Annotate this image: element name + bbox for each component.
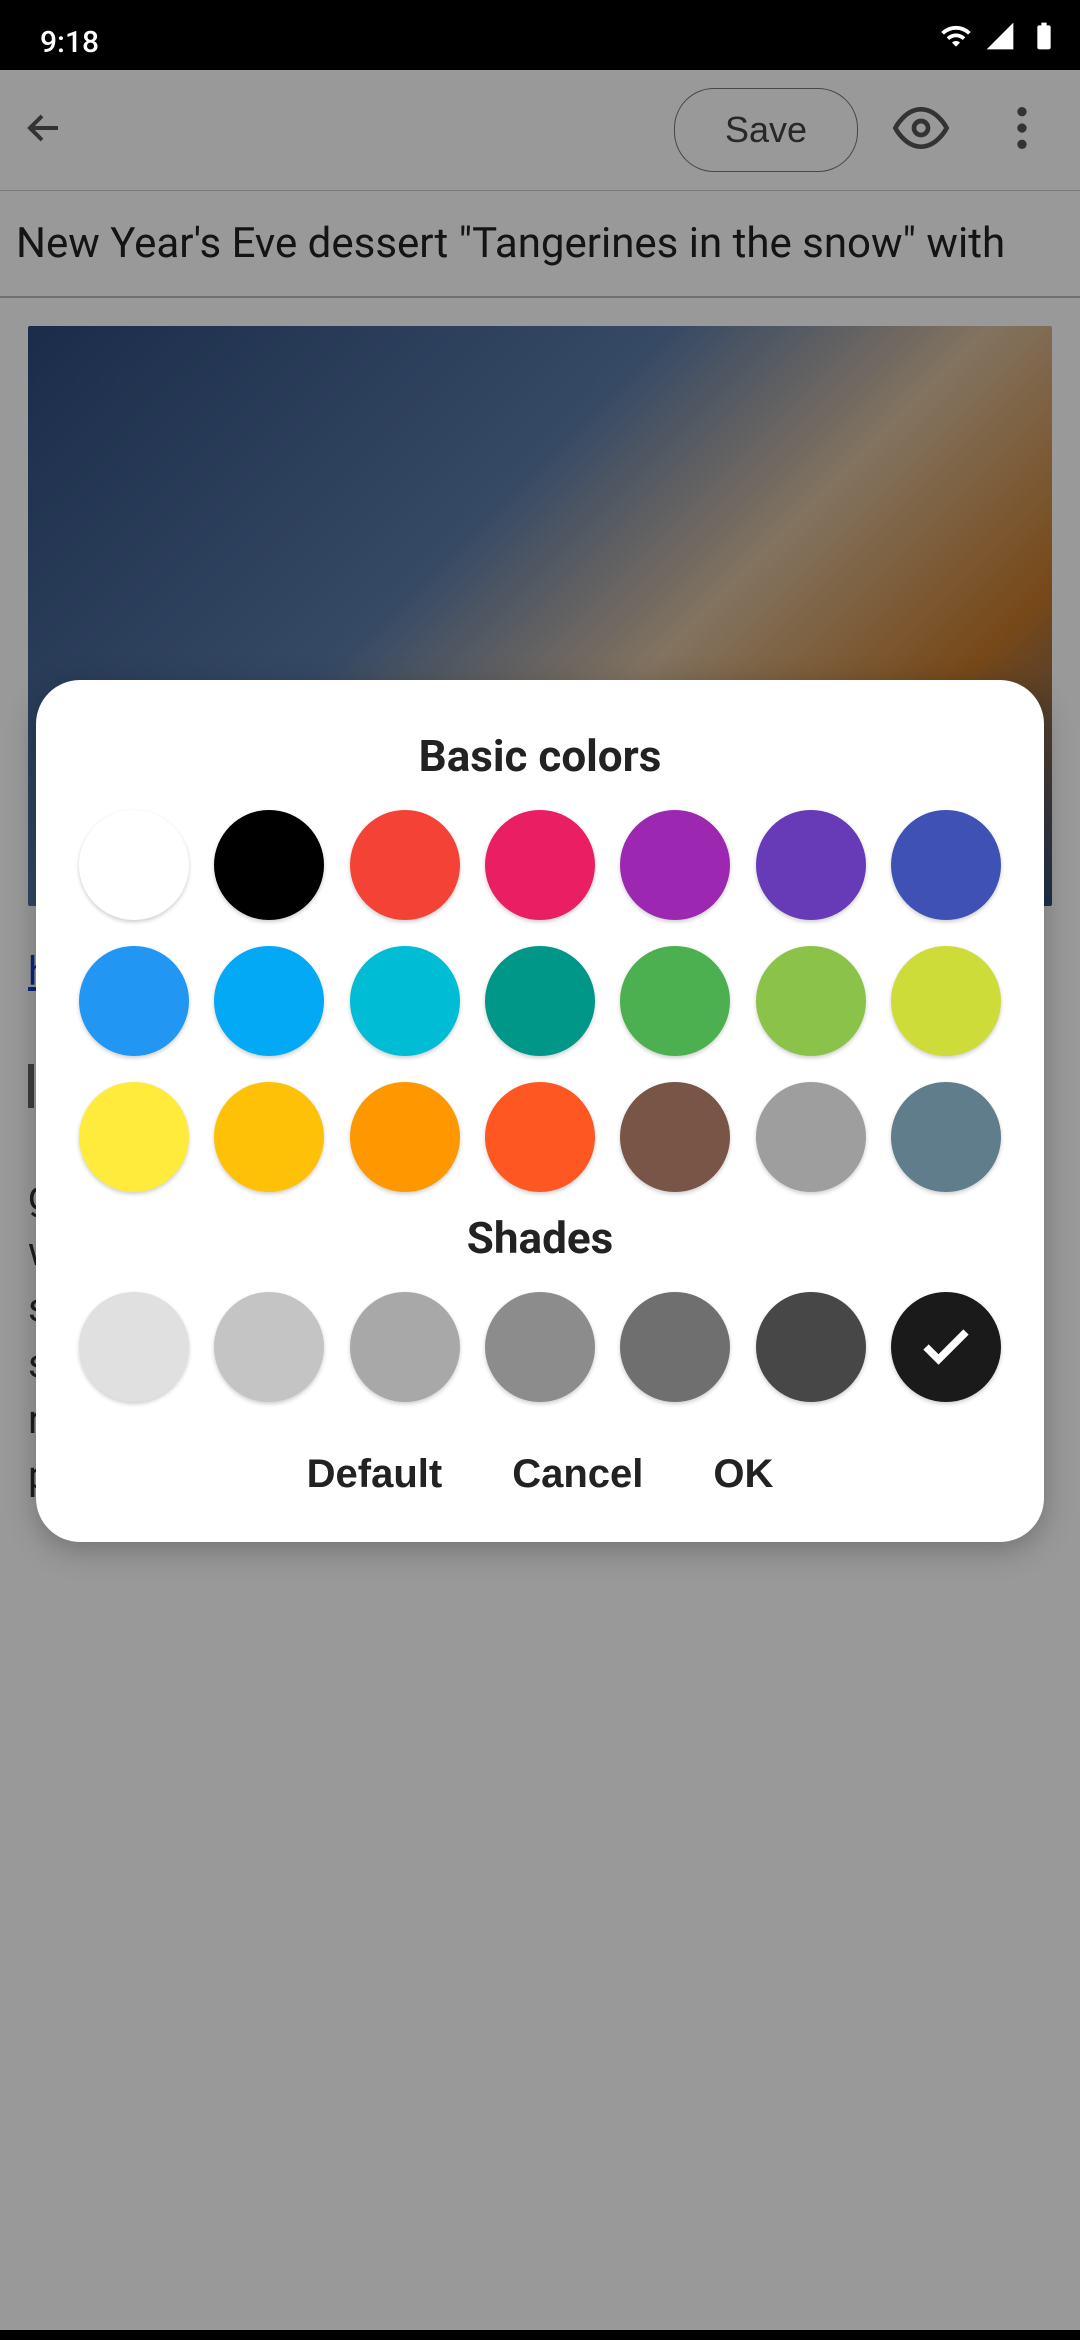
- dialog-buttons: Default Cancel OK: [66, 1452, 1014, 1497]
- default-button[interactable]: Default: [307, 1452, 443, 1497]
- status-bar: 9:18: [0, 0, 1080, 70]
- basic-colors-title: Basic colors: [66, 730, 1014, 782]
- shade-swatch-shade-4[interactable]: [485, 1292, 595, 1402]
- shade-swatch-shade-1[interactable]: [79, 1292, 189, 1402]
- color-swatch-teal[interactable]: [485, 946, 595, 1056]
- color-swatch-deep-purple[interactable]: [756, 810, 866, 920]
- color-picker-dialog: Basic colors Shades Default Cancel OK: [36, 680, 1044, 1542]
- color-swatch-cyan[interactable]: [350, 946, 460, 1056]
- shade-swatch-shade-7[interactable]: [891, 1292, 1001, 1402]
- shade-swatch-shade-5[interactable]: [620, 1292, 730, 1402]
- shade-swatch-shade-2[interactable]: [214, 1292, 324, 1402]
- shades-grid: [66, 1292, 1014, 1402]
- color-swatch-red[interactable]: [350, 810, 460, 920]
- color-swatch-pink[interactable]: [485, 810, 595, 920]
- color-swatch-deep-orange[interactable]: [485, 1082, 595, 1192]
- color-swatch-gray[interactable]: [756, 1082, 866, 1192]
- shades-title: Shades: [66, 1212, 1014, 1264]
- color-swatch-light-blue[interactable]: [214, 946, 324, 1056]
- color-swatch-light-green[interactable]: [756, 946, 866, 1056]
- color-swatch-purple[interactable]: [620, 810, 730, 920]
- color-swatch-lime[interactable]: [891, 946, 1001, 1056]
- signal-icon: [984, 20, 1016, 60]
- color-swatch-green[interactable]: [620, 946, 730, 1056]
- color-swatch-yellow[interactable]: [79, 1082, 189, 1192]
- color-swatch-indigo[interactable]: [891, 810, 1001, 920]
- cancel-button[interactable]: Cancel: [512, 1452, 643, 1497]
- battery-icon: [1028, 20, 1060, 60]
- wifi-icon: [940, 20, 972, 60]
- color-swatch-amber[interactable]: [214, 1082, 324, 1192]
- status-right: [940, 20, 1060, 60]
- check-icon: [916, 1317, 976, 1377]
- color-swatch-blue-gray[interactable]: [891, 1082, 1001, 1192]
- shade-swatch-shade-3[interactable]: [350, 1292, 460, 1402]
- color-swatch-orange[interactable]: [350, 1082, 460, 1192]
- color-swatch-white[interactable]: [79, 810, 189, 920]
- ok-button[interactable]: OK: [713, 1452, 773, 1497]
- color-swatch-brown[interactable]: [620, 1082, 730, 1192]
- basic-colors-grid: [66, 810, 1014, 1192]
- color-swatch-blue[interactable]: [79, 946, 189, 1056]
- status-time: 9:18: [40, 25, 99, 60]
- shade-swatch-shade-6[interactable]: [756, 1292, 866, 1402]
- color-swatch-black[interactable]: [214, 810, 324, 920]
